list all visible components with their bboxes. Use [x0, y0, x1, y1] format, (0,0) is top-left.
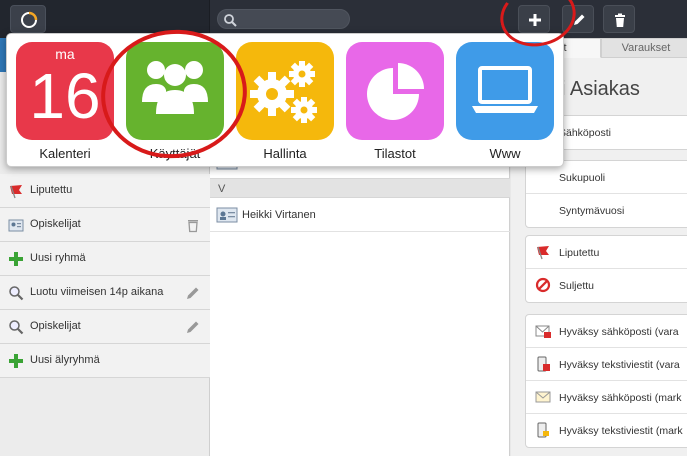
app-admin[interactable]: Hallinta: [236, 42, 336, 166]
pencil-icon[interactable]: [185, 319, 201, 335]
calendar-day: 16: [29, 60, 101, 132]
contact-name: Heikki Virtanen: [242, 209, 316, 221]
email-calendar-icon: [535, 325, 551, 338]
app-name: Kalenteri: [39, 146, 91, 161]
blocked-icon: [535, 277, 551, 293]
delete-button[interactable]: [603, 5, 635, 33]
field-label: Hyväksy tekstiviestit (vara: [559, 359, 680, 371]
app-statistics[interactable]: Tilastot: [346, 42, 446, 166]
pie-chart-icon: [346, 42, 444, 140]
contact-card-icon: [8, 219, 24, 232]
sidebar-item-label: Uusi älyryhmä: [30, 354, 100, 366]
sidebar-item-label: Opiskelijat: [30, 218, 81, 230]
app-name: Www: [489, 146, 521, 161]
search-icon: [224, 14, 237, 27]
plus-icon: [9, 354, 23, 368]
group-letter: V: [218, 183, 226, 195]
field-closed[interactable]: Suljettu: [526, 269, 687, 302]
magnifier-icon: [9, 320, 24, 335]
field-group-personal: Sukupuoli Syntymävuosi: [525, 160, 687, 228]
app-launcher: ma 16 Kalenteri Käyttäjät Hallinta Tilas…: [6, 33, 564, 167]
field-label: Sukupuoli: [559, 172, 606, 184]
app-www[interactable]: Www: [456, 42, 556, 166]
consent-sms-marketing[interactable]: Hyväksy tekstiviestit (mark: [526, 414, 687, 447]
app-name: Tilastot: [374, 146, 416, 161]
trash-icon[interactable]: [185, 217, 201, 233]
field-label: Hyväksy sähköposti (vara: [559, 326, 679, 338]
sidebar-item-students[interactable]: Opiskelijat: [0, 208, 210, 242]
field-label: Suljettu: [559, 280, 595, 292]
field-birth-year[interactable]: Syntymävuosi: [526, 194, 687, 227]
search-input[interactable]: [217, 9, 350, 29]
consent-email-reservations[interactable]: Hyväksy sähköposti (vara: [526, 315, 687, 348]
magnifier-icon: [9, 286, 24, 301]
consent-email-marketing[interactable]: Hyväksy sähköposti (mark: [526, 381, 687, 414]
sidebar-item-flagged[interactable]: Liputettu: [0, 174, 210, 208]
sidebar-item-label: Liputettu: [30, 184, 73, 196]
page-title: si Asiakas: [551, 78, 640, 100]
field-group-status: Liputettu Suljettu: [525, 235, 687, 303]
sidebar-item-label: Opiskelijat: [30, 320, 81, 332]
plus-icon: [9, 252, 23, 266]
consent-sms-reservations[interactable]: Hyväksy tekstiviestit (vara: [526, 348, 687, 381]
laptop-icon: [456, 42, 554, 140]
phone-calendar-icon: [537, 356, 550, 372]
calendar-icon: ma 16: [16, 42, 114, 140]
gears-icon: [236, 42, 334, 140]
sidebar-item-label: Luotu viimeisen 14p aikana: [30, 286, 164, 298]
field-label: Liputettu: [559, 247, 600, 259]
field-label: Hyväksy tekstiviestit (mark: [559, 425, 683, 437]
pencil-icon[interactable]: [185, 285, 201, 301]
field-flagged[interactable]: Liputettu: [526, 236, 687, 269]
phone-icon: [537, 422, 549, 438]
list-item[interactable]: Heikki Virtanen: [210, 198, 510, 232]
contact-card-icon: [216, 207, 238, 223]
flag-icon: [537, 246, 549, 260]
email-icon: [535, 391, 551, 403]
flag-icon: [10, 185, 22, 199]
sidebar-item-new-group[interactable]: Uusi ryhmä: [0, 242, 210, 276]
trash-icon: [615, 13, 625, 27]
field-label: Hyväksy sähköposti (mark: [559, 392, 682, 404]
field-group-consents: Hyväksy sähköposti (vara Hyväksy tekstiv…: [525, 314, 687, 448]
group-header: V: [210, 178, 510, 198]
sidebar-item-label: Uusi ryhmä: [30, 252, 86, 264]
field-label: Syntymävuosi: [559, 205, 625, 217]
field-label: Sähköposti: [559, 127, 611, 139]
app-logo-icon[interactable]: [10, 5, 46, 33]
sidebar-item-new-smart-group[interactable]: Uusi älyryhmä: [0, 344, 210, 378]
sidebar-item-students-search[interactable]: Opiskelijat: [0, 310, 210, 344]
tab-reservations[interactable]: Varaukset: [601, 38, 687, 58]
sidebar-item-recent[interactable]: Luotu viimeisen 14p aikana: [0, 276, 210, 310]
app-name: Hallinta: [263, 146, 307, 161]
